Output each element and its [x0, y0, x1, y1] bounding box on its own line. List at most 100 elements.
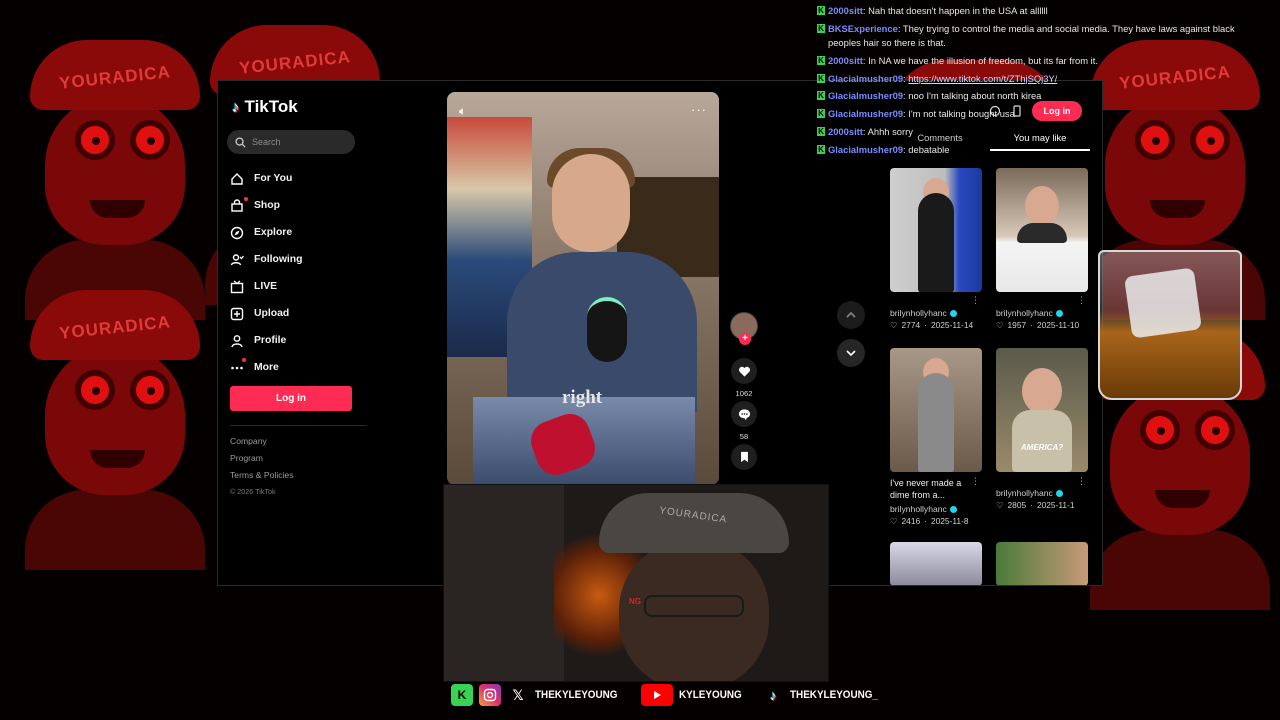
card-username[interactable]: brilynhollyhanc — [996, 308, 1090, 318]
card-more-icon[interactable]: ⋮ — [1077, 476, 1086, 487]
shop-icon — [230, 198, 244, 213]
sidebar-nav: For You Shop Explore Following LIVE Uplo… — [230, 165, 370, 381]
kick-badge-icon: K — [817, 23, 825, 33]
sidebar-item-shop[interactable]: Shop — [230, 192, 370, 219]
heart-outline-icon: ♡ — [996, 500, 1004, 510]
chat-message: K Glacialmusher09: I'm not talking bought… — [817, 108, 1015, 120]
sidebar-item-more[interactable]: More — [230, 354, 370, 381]
mascot-face: YOURADICA — [20, 290, 210, 570]
sidebar-item-following[interactable]: Following — [230, 246, 370, 273]
sidebar-item-for-you[interactable]: For You — [230, 165, 370, 192]
notification-dot — [242, 358, 246, 362]
chat-link[interactable]: https://www.tiktok.com/t/ZThjSQj3Y/ — [908, 73, 1057, 84]
sidebar-item-profile[interactable]: Profile — [230, 327, 370, 354]
video-thumbnail[interactable] — [996, 168, 1088, 292]
heart-icon — [738, 366, 750, 377]
card-more-icon[interactable]: ⋮ — [971, 295, 980, 306]
search-icon — [235, 136, 246, 148]
follow-plus-icon[interactable]: + — [739, 333, 751, 345]
chevron-down-icon — [846, 350, 856, 357]
search-bar[interactable] — [227, 130, 355, 154]
chat-message: K Glacialmusher09: noo I'm talking about … — [817, 90, 1042, 102]
card-username[interactable]: brilynhollyhanc — [890, 504, 984, 514]
volume-icon[interactable]: 🔈︎ — [459, 104, 466, 119]
video-thumbnail[interactable]: AMERICA? — [996, 348, 1088, 472]
like-button[interactable] — [731, 358, 757, 384]
comment-button[interactable] — [731, 401, 757, 427]
recommended-video-card[interactable]: ⋮ brilynhollyhanc ♡ 1957 · 2025-11-10 — [996, 168, 1090, 330]
card-title[interactable]: I've never made a dime from a... — [890, 477, 974, 501]
video-inset-clip — [473, 397, 695, 485]
video-thumbnail[interactable] — [890, 542, 982, 585]
youtube-handle: KYLEYOUNG — [678, 689, 742, 701]
glasses — [644, 595, 744, 617]
x-icon: 𝕏 — [512, 686, 524, 703]
video-thumbnail[interactable] — [890, 168, 982, 292]
like-count: 1062 — [735, 389, 753, 398]
footer-link-program[interactable]: Program — [230, 453, 294, 463]
heart-outline-icon: ♡ — [890, 516, 898, 526]
tiktok-logo[interactable]: ♪ TikTok — [232, 97, 298, 117]
search-input[interactable] — [252, 137, 352, 147]
previous-video-button[interactable] — [837, 301, 865, 329]
verified-icon — [949, 309, 957, 317]
tiktok-note-icon: ♪ — [232, 98, 240, 116]
sidebar-footer: Company Program Terms & Policies © 2026 … — [230, 436, 294, 503]
video-player[interactable]: right 🔈︎ ··· — [447, 92, 719, 485]
chat-message: K 2000sitt: Nah that doesn't happen in th… — [817, 5, 1048, 16]
video-more-icon[interactable]: ··· — [691, 102, 707, 117]
card-username[interactable]: brilynhollyhanc — [890, 308, 984, 318]
sidebar-item-explore[interactable]: Explore — [230, 219, 370, 246]
sidebar-login-button[interactable]: Log in — [230, 386, 352, 411]
action-bar: + 1062 58 — [728, 312, 760, 470]
kick-icon: K — [451, 684, 473, 706]
youtube-icon — [640, 684, 673, 706]
webcam-feed: YOURADICA NG — [443, 484, 829, 682]
kick-badge-icon: K — [817, 126, 825, 136]
compass-icon — [230, 226, 244, 240]
footer-link-company[interactable]: Company — [230, 436, 294, 446]
mascot-face: YOURADICA — [20, 40, 210, 320]
thumbnail-overlay-text: AMERICA? — [1020, 443, 1064, 452]
tiktok-icon: ♪ — [770, 687, 777, 703]
next-video-button[interactable] — [837, 339, 865, 367]
kick-badge-icon: K — [817, 55, 825, 65]
card-meta: ♡ 2774 · 2025-11-14 — [890, 320, 974, 330]
tiktok-handle: THEKYLEYOUNG_ — [790, 689, 879, 701]
verified-icon — [949, 505, 957, 513]
heart-outline-icon: ♡ — [996, 320, 1004, 330]
save-button[interactable] — [731, 444, 757, 470]
recommended-video-card[interactable]: AMERICA? ⋮ brilynhollyhanc ♡ 2805 · 2025-11… — [996, 348, 1090, 510]
chat-message: K Glacialmusher09: https://www.tiktok.com… — [817, 72, 1058, 84]
comment-icon — [738, 408, 750, 420]
stream-chat: K 2000sitt: Nah that doesn't happen in th… — [816, 4, 1266, 161]
card-more-icon[interactable]: ⋮ — [971, 476, 980, 487]
copyright-text: © 2026 TikTok — [230, 487, 276, 496]
streamer-cap — [599, 493, 789, 553]
upload-icon — [230, 307, 244, 321]
chat-message: K 2000sitt: In NA we have the illusion of… — [817, 54, 1098, 66]
heart-outline-icon: ♡ — [890, 320, 898, 330]
socials-bar: K 𝕏 THEKYLEYOUNG KYLEYOUNG ♪ THEKYLEYOUN… — [451, 684, 896, 706]
more-icon — [230, 361, 244, 375]
card-more-icon[interactable]: ⋮ — [1077, 295, 1086, 306]
card-meta: ♡ 2416 · 2025-11-8 — [890, 516, 969, 526]
recommended-video-card[interactable]: ⋮ brilynhollyhanc ♡ 2774 · 2025-11-14 — [890, 168, 984, 330]
sidebar-item-live[interactable]: LIVE — [230, 273, 370, 300]
verified-icon — [1055, 309, 1063, 317]
home-icon — [230, 172, 244, 186]
chevron-up-icon — [846, 311, 856, 318]
ice-cube — [1124, 267, 1202, 339]
sidebar-item-upload[interactable]: Upload — [230, 300, 370, 327]
footer-link-terms[interactable]: Terms & Policies — [230, 470, 294, 480]
instagram-icon — [479, 684, 501, 706]
video-thumbnail[interactable] — [890, 348, 982, 472]
card-meta: ♡ 1957 · 2025-11-10 — [996, 320, 1080, 330]
whiskey-glass-image — [1098, 250, 1242, 400]
notification-dot — [244, 197, 248, 201]
video-thumbnail[interactable] — [996, 542, 1088, 585]
creator-avatar[interactable]: + — [730, 312, 758, 345]
verified-icon — [1055, 489, 1063, 497]
card-username[interactable]: brilynhollyhanc — [996, 488, 1090, 498]
recommended-video-card[interactable]: ⋮ I've never made a dime from a... brily… — [890, 348, 984, 526]
